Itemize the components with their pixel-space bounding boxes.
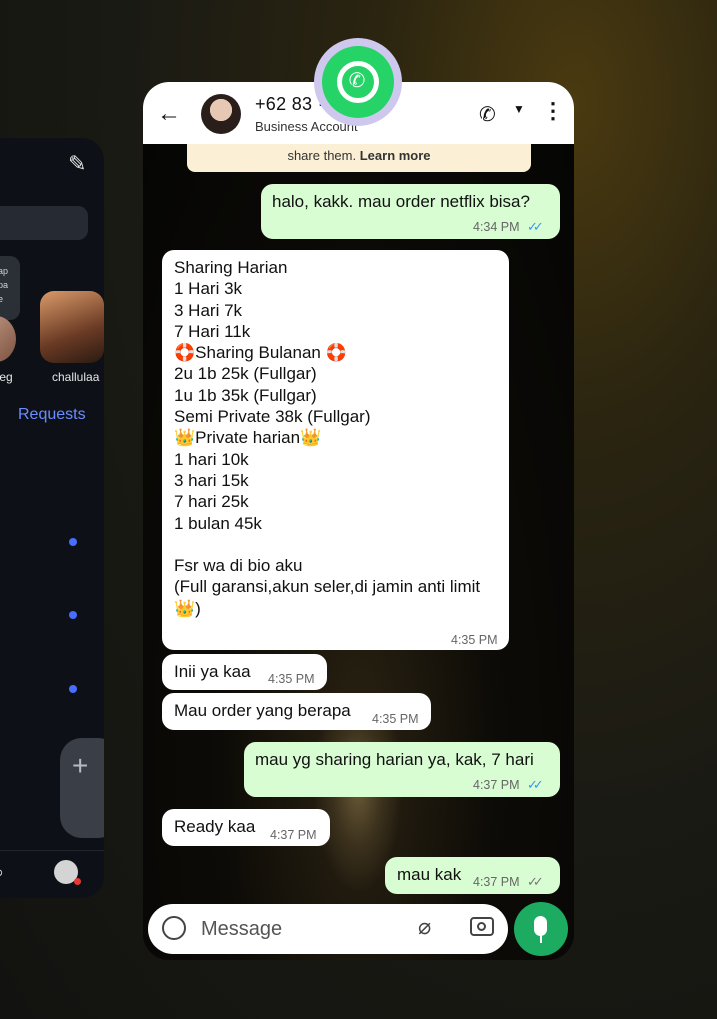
learn-more-link[interactable]: Learn more: [360, 148, 431, 163]
message-time: 4:37 PM: [473, 875, 520, 889]
message-outgoing[interactable]: halo, kakk. mau order netflix bisa? 4:34…: [261, 184, 560, 239]
background-app-card[interactable]: ✎ ap pa e jpeg challulaa Requests + ⌕: [0, 138, 104, 898]
message-text: Ready kaa: [174, 817, 256, 836]
message-incoming[interactable]: Sharing Harian 1 Hari 3k 3 Hari 7k 7 Har…: [162, 250, 509, 650]
more-vert-icon[interactable]: ⋮: [542, 100, 564, 122]
security-notice: share them. Learn more: [187, 144, 531, 172]
story-avatar[interactable]: [0, 316, 16, 362]
message-outgoing[interactable]: mau kak 4:37 PM ✓✓: [385, 857, 560, 894]
requests-link[interactable]: Requests: [18, 406, 86, 424]
attach-icon[interactable]: ⌀: [418, 914, 431, 940]
compose-icon[interactable]: ✎: [68, 152, 92, 176]
search-bar[interactable]: [0, 206, 88, 240]
back-arrow-icon[interactable]: ←: [157, 100, 181, 128]
message-time: 4:34 PM: [473, 220, 520, 234]
read-ticks-icon: ✓✓: [527, 777, 544, 792]
story-label: jpeg: [0, 370, 13, 384]
message-outgoing[interactable]: mau yg sharing harian ya, kak, 7 hari 4:…: [244, 742, 560, 797]
message-incoming[interactable]: Mau order yang berapa 4:35 PM: [162, 693, 431, 730]
security-notice-text: share them.: [287, 148, 357, 163]
mic-button[interactable]: [514, 902, 568, 956]
camera-icon[interactable]: [470, 917, 494, 936]
message-text: Sharing Harian 1 Hari 3k 3 Hari 7k 7 Har…: [174, 258, 481, 618]
story-label: challulaa: [52, 370, 100, 384]
search-icon[interactable]: ⌕: [0, 862, 4, 883]
note-bubble: ap pa e: [0, 256, 20, 320]
story-avatar[interactable]: [40, 291, 104, 363]
message-composer[interactable]: Message ⌀: [148, 904, 508, 954]
message-time: 4:35 PM: [372, 712, 419, 726]
whatsapp-app-icon: ✆: [314, 38, 402, 126]
unread-dot: [69, 611, 77, 619]
delivered-ticks-icon: ✓✓: [527, 874, 544, 889]
message-incoming[interactable]: Ready kaa 4:37 PM: [162, 809, 330, 846]
message-text: Inii ya kaa: [174, 662, 251, 681]
whatsapp-icon: ✆: [322, 46, 394, 118]
whatsapp-chat-window[interactable]: ← +62 83 ·· ···· 44 Business Account ✆ ▼…: [143, 82, 574, 960]
mic-icon: [534, 916, 547, 936]
read-ticks-icon: ✓✓: [527, 219, 544, 234]
contact-avatar[interactable]: [201, 94, 241, 134]
message-time: 4:37 PM: [473, 778, 520, 792]
message-time: 4:37 PM: [270, 828, 317, 842]
bottom-nav: [0, 850, 104, 898]
message-time: 4:35 PM: [451, 633, 498, 647]
message-text: mau kak: [397, 865, 462, 884]
message-text: halo, kakk. mau order netflix bisa?: [272, 192, 530, 211]
phone-icon[interactable]: ✆: [479, 102, 496, 127]
notification-dot: [74, 878, 81, 885]
message-time: 4:35 PM: [268, 672, 315, 686]
unread-dot: [69, 538, 77, 546]
message-text: mau yg sharing harian ya, kak, 7 hari: [255, 750, 534, 769]
message-text: Mau order yang berapa: [174, 701, 351, 720]
chevron-down-icon[interactable]: ▼: [513, 102, 525, 116]
message-incoming[interactable]: Inii ya kaa 4:35 PM: [162, 654, 327, 690]
unread-dot: [69, 685, 77, 693]
plus-icon[interactable]: +: [60, 738, 104, 838]
message-input[interactable]: Message: [201, 918, 282, 941]
emoji-icon[interactable]: [162, 916, 186, 940]
